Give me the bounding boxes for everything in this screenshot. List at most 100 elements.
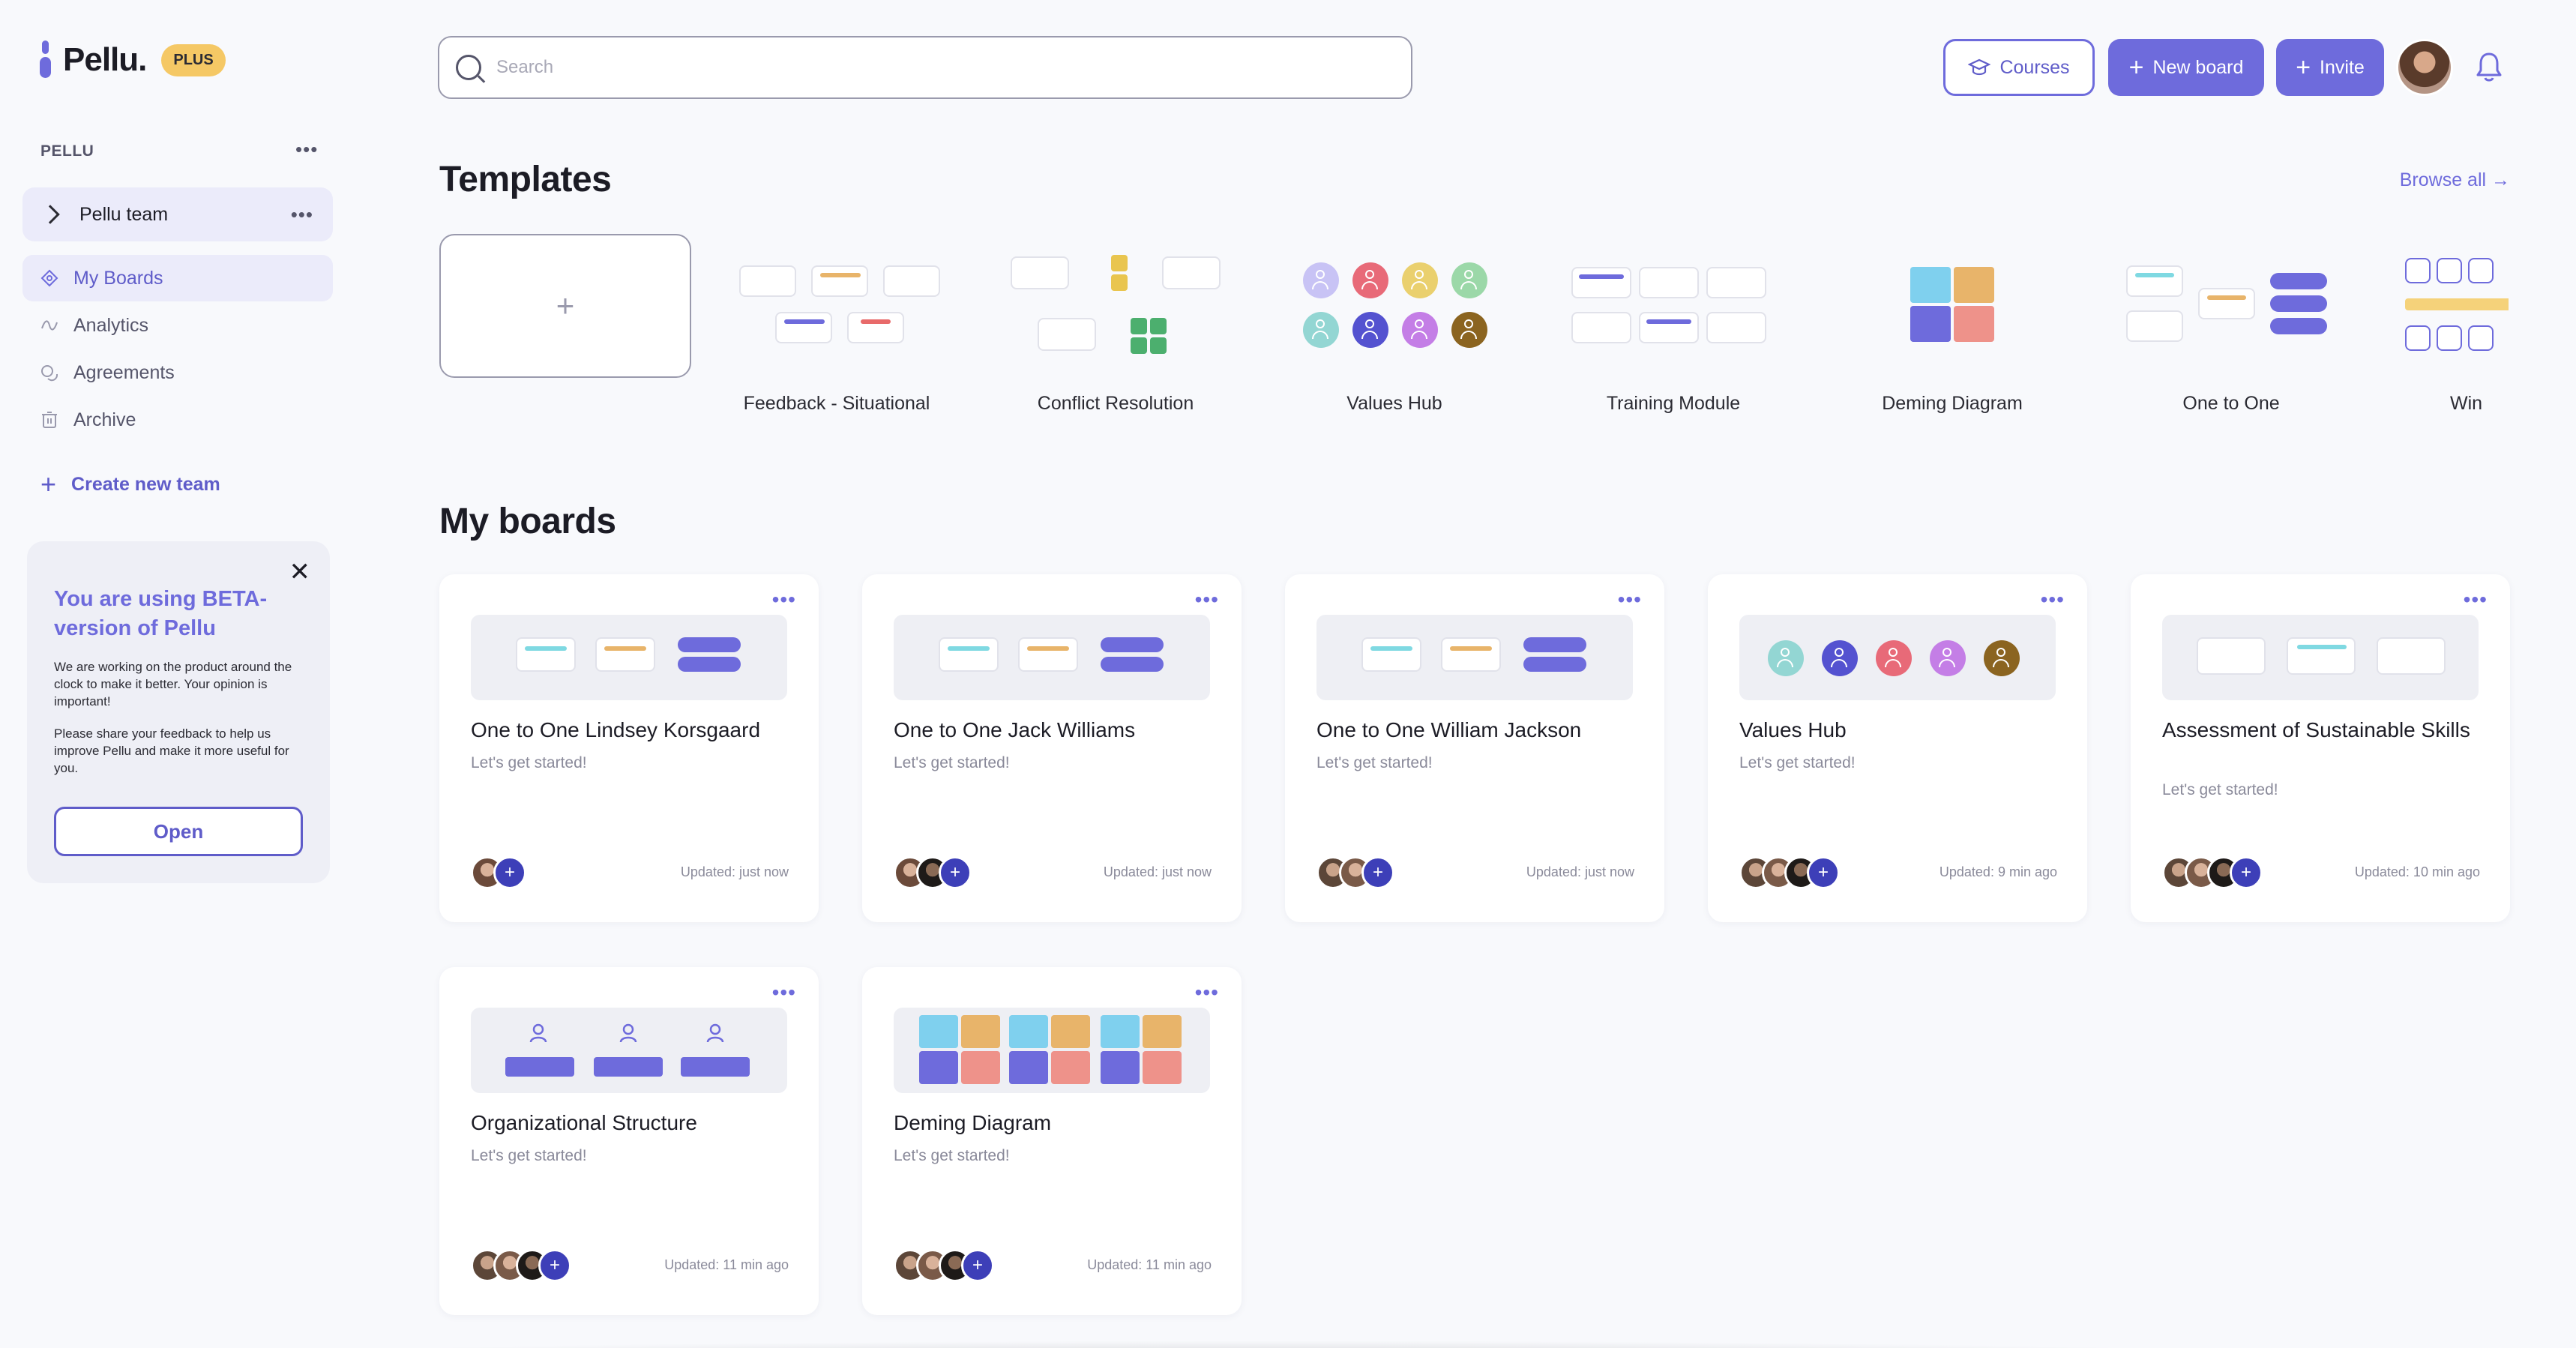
board-members: + bbox=[2162, 856, 2263, 889]
board-card[interactable]: ••• Organizational Structure Let's get s… bbox=[439, 967, 819, 1315]
board-members: + bbox=[1316, 856, 1394, 889]
board-thumbnail bbox=[471, 1008, 787, 1093]
user-avatar[interactable] bbox=[2396, 39, 2453, 96]
board-subtitle: Let's get started! bbox=[471, 1147, 587, 1164]
template-thumbnail bbox=[1820, 234, 2084, 378]
nav-label: Archive bbox=[73, 409, 136, 430]
template-card[interactable]: Win bbox=[2378, 234, 2509, 429]
search-input[interactable] bbox=[496, 57, 1321, 78]
new-board-label: New board bbox=[2152, 56, 2244, 78]
template-thumbnail bbox=[1541, 234, 1805, 378]
board-subtitle: Let's get started! bbox=[1316, 754, 1433, 771]
templates-title: Templates bbox=[439, 160, 612, 199]
courses-button[interactable]: Courses bbox=[1943, 39, 2095, 96]
board-subtitle: Let's get started! bbox=[894, 1147, 1010, 1164]
add-member-icon[interactable]: + bbox=[538, 1249, 571, 1282]
chevron-right-icon bbox=[40, 205, 60, 224]
person-icon bbox=[706, 1023, 724, 1043]
search-bar[interactable] bbox=[438, 36, 1412, 99]
board-members: + bbox=[471, 1249, 571, 1282]
graduation-cap-icon bbox=[1968, 58, 1991, 76]
board-card[interactable]: ••• Values Hub Let's get started! + Upda… bbox=[1708, 574, 2087, 922]
board-updated: Updated: 10 min ago bbox=[2354, 864, 2480, 879]
team-more-icon[interactable]: ••• bbox=[291, 205, 313, 224]
template-card[interactable]: Training Module bbox=[1541, 234, 1805, 429]
new-template-button[interactable]: + bbox=[439, 234, 691, 378]
nav-label: My Boards bbox=[73, 267, 163, 289]
board-card[interactable]: ••• Deming Diagram Let's get started! + … bbox=[862, 967, 1242, 1315]
more-icon[interactable]: ••• bbox=[2041, 588, 2065, 612]
add-member-icon[interactable]: + bbox=[493, 856, 526, 889]
create-team-button[interactable]: + Create new team bbox=[40, 471, 220, 498]
board-card[interactable]: ••• One to One William Jackson Let's get… bbox=[1285, 574, 1664, 922]
beta-title: You are using BETA-version of Pellu bbox=[54, 587, 268, 640]
nav-item-agreements[interactable]: Agreements bbox=[22, 349, 333, 396]
more-icon[interactable]: ••• bbox=[772, 588, 796, 612]
workspace-more-icon[interactable]: ••• bbox=[295, 139, 318, 159]
courses-label: Courses bbox=[1999, 56, 2070, 78]
more-icon[interactable]: ••• bbox=[1195, 588, 1219, 612]
board-card[interactable]: ••• One to One Lindsey Korsgaard Let's g… bbox=[439, 574, 819, 922]
bell-icon[interactable] bbox=[2474, 51, 2504, 84]
invite-button[interactable]: + Invite bbox=[2276, 39, 2384, 96]
nav-label: Agreements bbox=[73, 361, 175, 383]
nav-item-analytics[interactable]: Analytics bbox=[22, 302, 333, 349]
beta-open-button[interactable]: Open bbox=[54, 807, 303, 856]
analytics-icon bbox=[41, 320, 58, 331]
template-label: Win bbox=[2450, 393, 2483, 414]
board-title: Values Hub bbox=[1739, 718, 1847, 741]
board-updated: Updated: 11 min ago bbox=[664, 1257, 789, 1272]
board-thumbnail bbox=[471, 615, 787, 700]
board-updated: Updated: just now bbox=[1526, 864, 1634, 879]
add-member-icon[interactable]: + bbox=[2230, 856, 2263, 889]
workspace-label: PELLU bbox=[40, 142, 94, 160]
beta-text-1: We are working on the product around the… bbox=[54, 660, 292, 708]
board-members: + bbox=[894, 856, 972, 889]
new-board-button[interactable]: + New board bbox=[2108, 39, 2264, 96]
logo[interactable]: Pellu. PLUS bbox=[39, 39, 226, 81]
more-icon[interactable]: ••• bbox=[772, 981, 796, 1005]
boards-icon bbox=[40, 269, 58, 287]
board-subtitle: Let's get started! bbox=[2162, 781, 2278, 798]
team-name: Pellu team bbox=[79, 203, 169, 225]
board-updated: Updated: 9 min ago bbox=[1939, 864, 2057, 879]
add-member-icon[interactable]: + bbox=[939, 856, 972, 889]
more-icon[interactable]: ••• bbox=[2464, 588, 2488, 612]
template-card[interactable]: Feedback - Situational bbox=[705, 234, 969, 429]
template-card[interactable]: Values Hub bbox=[1263, 234, 1526, 429]
board-title: One to One Lindsey Korsgaard bbox=[471, 718, 761, 741]
template-label: Values Hub bbox=[1346, 393, 1442, 414]
agreements-icon bbox=[41, 365, 58, 382]
more-icon[interactable]: ••• bbox=[1195, 981, 1219, 1005]
board-thumbnail bbox=[894, 1008, 1210, 1093]
nav-item-archive[interactable]: Archive bbox=[22, 397, 333, 443]
board-title: Organizational Structure bbox=[471, 1111, 697, 1134]
board-subtitle: Let's get started! bbox=[894, 754, 1010, 771]
person-icon bbox=[529, 1023, 547, 1043]
create-team-label: Create new team bbox=[71, 473, 220, 495]
brand-name: Pellu. bbox=[63, 41, 147, 78]
more-icon[interactable]: ••• bbox=[1618, 588, 1642, 612]
board-updated: Updated: just now bbox=[680, 864, 789, 879]
browse-all-link[interactable]: Browse all → bbox=[2400, 169, 2510, 191]
template-card[interactable]: Conflict Resolution bbox=[984, 234, 1248, 429]
template-card[interactable]: One to One bbox=[2099, 234, 2363, 429]
add-member-icon[interactable]: + bbox=[961, 1249, 994, 1282]
person-icon bbox=[619, 1023, 637, 1043]
template-card[interactable]: Deming Diagram bbox=[1820, 234, 2084, 429]
my-boards-title: My boards bbox=[439, 502, 616, 541]
add-member-icon[interactable]: + bbox=[1807, 856, 1840, 889]
board-card[interactable]: ••• One to One Jack Williams Let's get s… bbox=[862, 574, 1242, 922]
close-icon[interactable]: ✕ bbox=[289, 559, 311, 585]
team-selector[interactable]: Pellu team ••• bbox=[22, 187, 333, 241]
add-member-icon[interactable]: + bbox=[1361, 856, 1394, 889]
search-icon bbox=[456, 55, 481, 80]
board-thumbnail bbox=[894, 615, 1210, 700]
nav-item-my-boards[interactable]: My Boards bbox=[22, 255, 333, 301]
board-updated: Updated: 11 min ago bbox=[1087, 1257, 1212, 1272]
pellu-logo-icon bbox=[39, 39, 52, 81]
archive-icon bbox=[42, 412, 57, 428]
board-card[interactable]: ••• Assessment of Sustainable Skills Let… bbox=[2131, 574, 2510, 922]
template-label: Conflict Resolution bbox=[1037, 393, 1194, 414]
board-thumbnail bbox=[1739, 615, 2056, 700]
